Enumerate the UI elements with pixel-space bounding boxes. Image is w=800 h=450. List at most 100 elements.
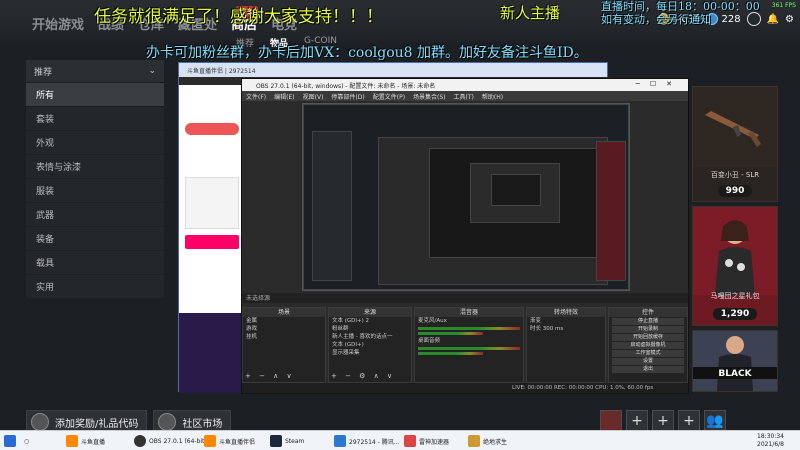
scene-item[interactable]: 挂机 xyxy=(243,333,325,341)
settings-gear-icon[interactable]: ⚙ xyxy=(785,14,794,25)
menu-profile[interactable]: 配置文件(P) xyxy=(373,92,405,101)
category-clothing[interactable]: 服装 xyxy=(26,179,164,202)
overlay-text-schedule: 直播时间，每日18：00-00：00 如有变动，会另行通知 xyxy=(601,0,760,26)
audio-meter xyxy=(418,327,520,330)
category-vehicles[interactable]: 载具 xyxy=(26,251,164,274)
browser-red-button[interactable] xyxy=(185,123,239,135)
taskbar-douyu[interactable]: 斗鱼直播 xyxy=(66,434,105,448)
notification-bell-icon[interactable]: 🔔 xyxy=(767,14,779,25)
add-party-slot-icon[interactable]: + xyxy=(652,410,674,432)
category-sets[interactable]: 套装 xyxy=(26,107,164,130)
menu-help[interactable]: 帮助(H) xyxy=(482,92,503,101)
volume-slider[interactable] xyxy=(418,352,483,355)
stop-streaming-button[interactable]: 停止直播 xyxy=(612,318,684,325)
settings-button[interactable]: 设置 xyxy=(612,358,684,365)
party-avatar[interactable] xyxy=(600,410,622,432)
product-card-costume[interactable]: 马嘎団之星礼包 1,290 xyxy=(692,206,778,326)
source-item[interactable]: 文本 (GDI+) xyxy=(329,341,411,349)
menu-file[interactable]: 文件(F) xyxy=(246,92,266,101)
scene-toolbar[interactable]: + − ∧ ∨ xyxy=(245,372,295,380)
mixer-channel-label: 麦克风/Aux xyxy=(418,318,447,324)
preview-nested-obs xyxy=(378,137,608,285)
category-gear[interactable]: 装备 xyxy=(26,227,164,250)
category-appearance[interactable]: 外观 xyxy=(26,131,164,154)
obs-window[interactable]: OBS 27.0.1 (64-bit, windows) - 配置文件: 未命名… xyxy=(241,78,689,394)
search-icon[interactable]: ○ xyxy=(24,434,29,448)
douyu-icon xyxy=(66,435,78,447)
browser-icon xyxy=(334,435,346,447)
browser-page-content xyxy=(179,85,245,393)
volume-slider[interactable] xyxy=(418,332,483,335)
scene-item[interactable]: 金属 xyxy=(243,317,325,325)
duration-field[interactable]: 时长 300 ms xyxy=(527,325,605,333)
preview-nested-deep xyxy=(470,163,560,223)
menu-tools[interactable]: 工具(T) xyxy=(454,92,474,101)
window-controls[interactable]: ─☐✕ xyxy=(636,80,682,88)
source-item[interactable]: 粉丝群 xyxy=(329,325,411,333)
character-image xyxy=(693,331,777,391)
exit-button[interactable]: 退出 xyxy=(612,366,684,373)
screen: 开始游戏 战绩 仓库 藏匿处 商店 电竞 最新 推荐 物品 G-COIN 5,0… xyxy=(0,0,800,450)
menu-scene-collection[interactable]: 场景集合(S) xyxy=(413,92,446,101)
preview-nested-canvas xyxy=(429,148,599,258)
add-party-slot-icon[interactable]: + xyxy=(678,410,700,432)
nav-start-game[interactable]: 开始游戏 xyxy=(32,14,84,33)
obs-preview-canvas[interactable] xyxy=(302,103,630,291)
category-emotes[interactable]: 表情与涂漆 xyxy=(26,155,164,178)
gift-icon xyxy=(31,413,49,431)
category-dropdown[interactable]: 推荐 ⌄ xyxy=(26,60,164,82)
start-recording-button[interactable]: 开始录制 xyxy=(612,326,684,333)
menu-edit[interactable]: 编辑(E) xyxy=(274,92,294,101)
preview-sidebar xyxy=(312,131,352,281)
category-weapons[interactable]: 武器 xyxy=(26,203,164,226)
taskbar-douyu-companion[interactable]: 斗鱼直播伴侣 xyxy=(204,434,255,448)
obs-icon xyxy=(134,435,146,447)
category-utility[interactable]: 实用 xyxy=(26,275,164,298)
start-replay-buffer-button[interactable]: 开始回放缓存 xyxy=(612,334,684,341)
obs-source-status: 未选择源 xyxy=(242,293,688,303)
transition-select[interactable]: 渐变 xyxy=(527,317,605,325)
product-name: 百变小丑 - SLR xyxy=(710,171,760,179)
start-button[interactable] xyxy=(4,434,16,448)
category-all[interactable]: 所有 xyxy=(26,83,164,106)
product-card-gun[interactable]: 百变小丑 - SLR 990 xyxy=(692,86,778,202)
browser-title-bar: 斗鱼直播伴侣 | 2972514 xyxy=(179,63,607,77)
source-item[interactable]: 文本 (GDI+) 2 xyxy=(329,317,411,325)
browser-promo-banner xyxy=(179,313,245,393)
obs-docks: 场景 金属 游戏 挂机 + − ∧ ∨ 来源 文本 (GDI+) 2 粉丝群 新… xyxy=(242,307,688,383)
product-card-black[interactable]: BLACK xyxy=(692,330,778,392)
add-party-slot-icon[interactable]: + xyxy=(626,410,648,432)
accelerator-icon xyxy=(404,435,416,447)
source-item[interactable]: 显示器采集 xyxy=(329,349,411,357)
overlay-text-thanks: 任务就很满足了！感谢大家支持！！！ xyxy=(94,7,383,27)
source-toolbar[interactable]: + − ⚙ ∧ ∨ xyxy=(331,372,395,380)
friends-list-icon[interactable]: 👥 xyxy=(704,410,726,432)
studio-mode-button[interactable]: 工作室模式 xyxy=(612,350,684,357)
source-item[interactable]: 新人主播 - 喜欢的话点一 xyxy=(329,333,411,341)
menu-docks[interactable]: 停靠部件(D) xyxy=(331,92,364,101)
product-name: 马嘎団之星礼包 xyxy=(710,292,760,300)
rifle-image xyxy=(693,87,777,167)
product-price: 990 xyxy=(717,185,753,197)
product-banner-text: BLACK xyxy=(718,369,752,379)
taskbar-obs[interactable]: OBS 27.0.1 (64-bit... xyxy=(134,434,210,448)
taskbar-steam[interactable]: Steam xyxy=(270,434,304,448)
douyu-icon xyxy=(204,435,216,447)
taskbar-pubg[interactable]: 绝地求生 xyxy=(468,434,507,448)
browser-pink-button[interactable] xyxy=(185,235,239,249)
taskbar-tencent[interactable]: 2972514 - 腾讯... xyxy=(334,434,399,448)
scene-item[interactable]: 游戏 xyxy=(243,325,325,333)
menu-view[interactable]: 视图(V) xyxy=(303,92,324,101)
mixer-channel-label: 桌面音频 xyxy=(418,338,441,344)
steam-icon xyxy=(270,435,282,447)
taskbar-leishen[interactable]: 雷神加速器 xyxy=(404,434,449,448)
windows-taskbar: ○ 斗鱼直播 OBS 27.0.1 (64-bit... 斗鱼直播伴侣 Stea… xyxy=(0,430,800,450)
obs-title-bar: OBS 27.0.1 (64-bit, windows) - 配置文件: 未命名… xyxy=(242,79,688,91)
preview-cards xyxy=(596,141,626,281)
preview-game-layer xyxy=(303,104,629,290)
system-clock[interactable]: 18:30:34 2021/6/8 xyxy=(757,433,784,449)
virtual-camera-button[interactable]: 启动虚拟摄像机 xyxy=(612,342,684,349)
party-slots: + + + 👥 xyxy=(600,410,726,432)
character-image xyxy=(693,207,777,295)
scenes-dock: 场景 金属 游戏 挂机 + − ∧ ∨ xyxy=(242,307,326,383)
